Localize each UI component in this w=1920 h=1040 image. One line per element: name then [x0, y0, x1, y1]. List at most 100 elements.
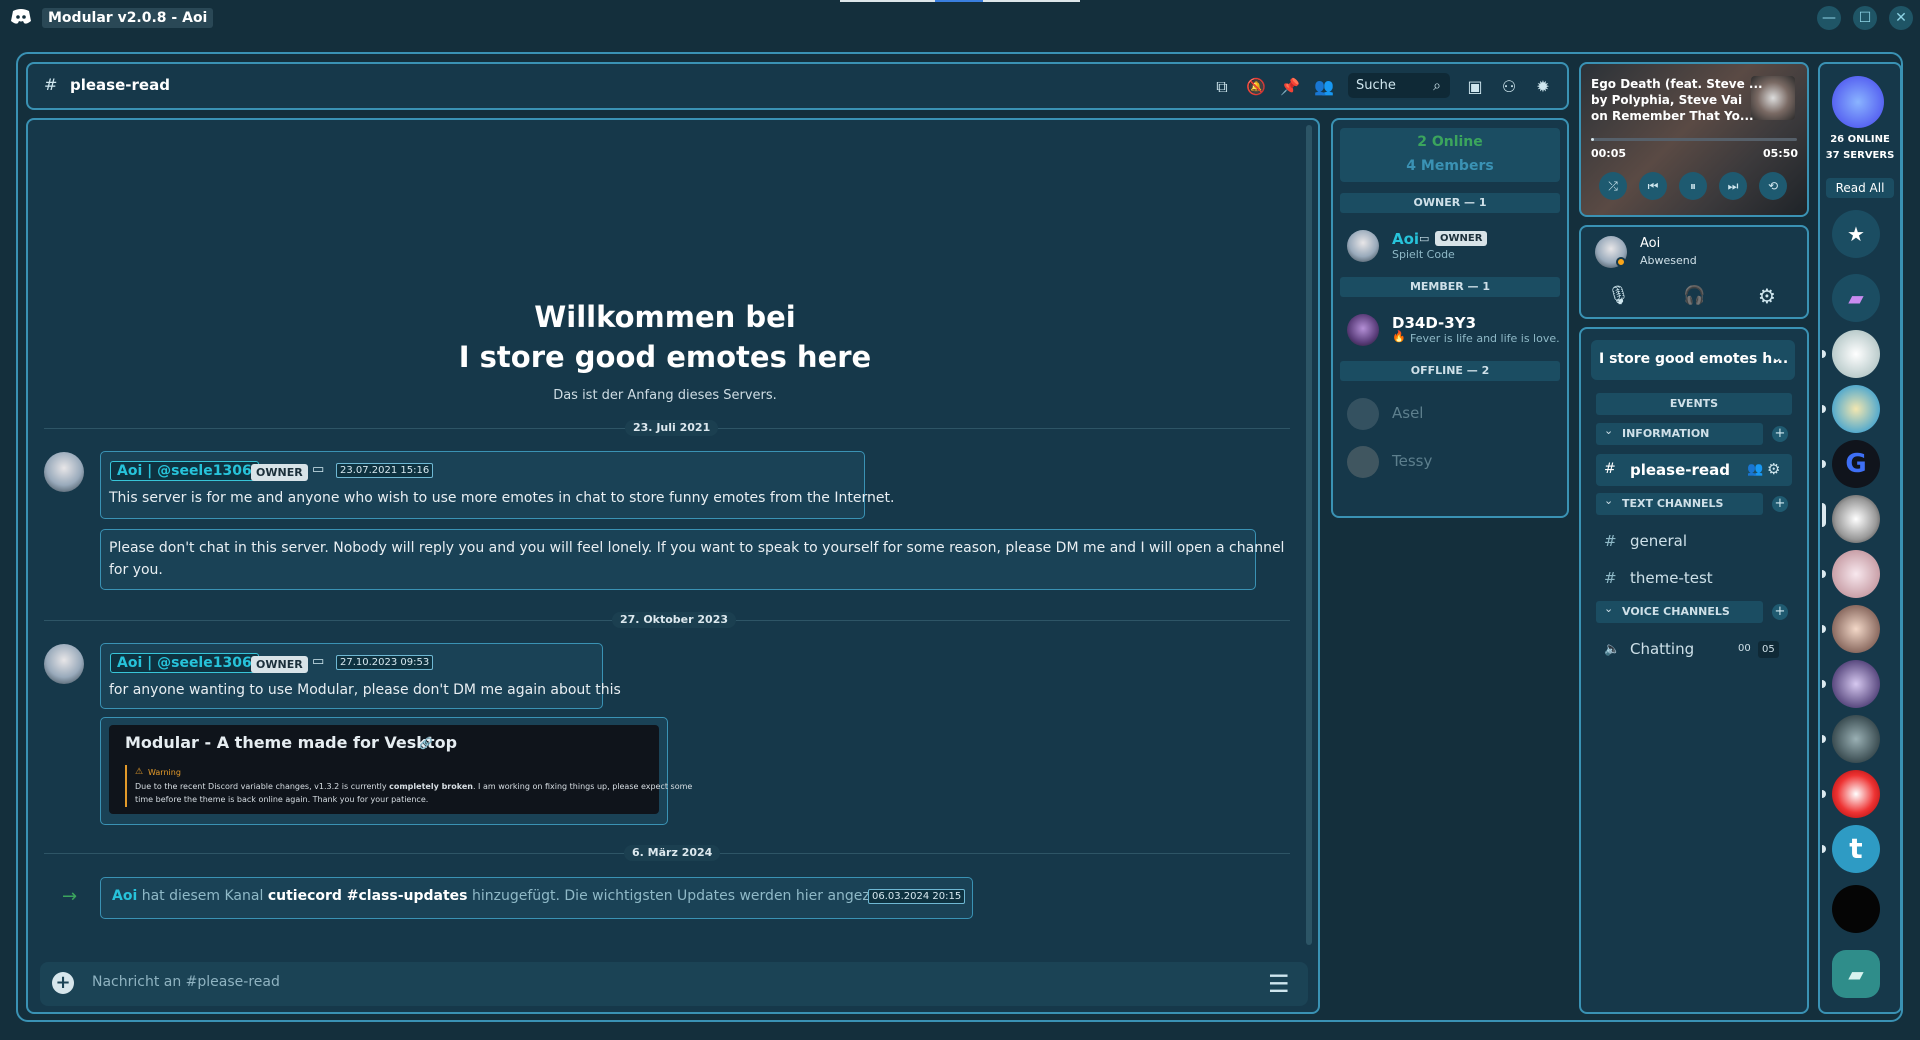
previous-button[interactable]: ⏮ [1639, 172, 1667, 200]
mute-notifications-icon[interactable]: 🔕 [1245, 76, 1267, 98]
duration-time: 05:50 [1763, 147, 1799, 160]
member-status: Spielt Code [1392, 248, 1455, 261]
warning-text-post: . I am working on fixing things up, plea… [472, 782, 693, 791]
server-icon[interactable] [1832, 385, 1880, 433]
shuffle-button[interactable]: ⤮ [1599, 172, 1627, 200]
voice-user-limit: 05 [1758, 641, 1779, 658]
message-input-placeholder: Nachricht an #please-read [92, 974, 280, 990]
avatar[interactable] [1347, 446, 1379, 478]
repeat-button[interactable]: ⟲ [1759, 172, 1787, 200]
member-name[interactable]: Asel [1392, 404, 1423, 422]
read-all-button[interactable]: Read All [1826, 178, 1894, 198]
category-information[interactable]: INFORMATION [1596, 423, 1763, 445]
server-icon[interactable] [1832, 715, 1880, 763]
add-channel-button[interactable]: + [1772, 604, 1788, 620]
warning-label: Warning [148, 768, 181, 777]
inbox-icon[interactable]: ▣ [1464, 76, 1486, 98]
welcome-subtitle: Das ist der Anfang dieses Servers. [553, 388, 777, 403]
close-button[interactable]: ✕ [1889, 6, 1913, 30]
server-icon[interactable] [1832, 885, 1880, 933]
avatar[interactable] [1347, 398, 1379, 430]
settings-gear-icon[interactable]: ⚙ [1758, 284, 1776, 308]
category-label: INFORMATION [1622, 427, 1710, 440]
channel-label: please-read [1630, 461, 1730, 479]
warning-text-pre: Due to the recent Discord variable chang… [135, 782, 390, 791]
invite-icon[interactable]: 👥 [1747, 462, 1763, 477]
folder-icon[interactable]: ▰ [1832, 950, 1880, 998]
channel-settings-icon[interactable]: ⚙ [1767, 460, 1780, 478]
progress-fill [1591, 138, 1594, 141]
server-icon[interactable] [1832, 495, 1880, 543]
mute-mic-icon[interactable]: 🎙 [1607, 285, 1630, 306]
title-bar [0, 0, 1920, 34]
server-icon[interactable] [1832, 550, 1880, 598]
elapsed-time: 00:05 [1591, 147, 1627, 160]
server-icon[interactable] [1832, 605, 1880, 653]
server-icon[interactable] [1832, 770, 1880, 818]
next-button[interactable]: ⏭ [1719, 172, 1747, 200]
minimize-button[interactable]: — [1817, 6, 1841, 30]
link-icon: 🔗 [419, 737, 433, 750]
server-icon[interactable] [1832, 660, 1880, 708]
member-group-offline: OFFLINE — 2 [1340, 361, 1560, 381]
username[interactable]: Aoi | @seele1306 [110, 653, 259, 673]
avatar[interactable] [44, 452, 84, 492]
server-count: 37 SERVERS [1825, 150, 1895, 161]
events-button[interactable]: EVENTS [1596, 393, 1792, 415]
add-channel-button[interactable]: + [1772, 496, 1788, 512]
online-count: 2 Online [1417, 134, 1483, 150]
channel-chatting[interactable]: Chatting [1630, 640, 1694, 658]
menu-icon[interactable]: ☰ [1268, 972, 1290, 996]
warning-bar [125, 765, 127, 807]
date-label: 23. Juli 2021 [625, 420, 719, 436]
search-icon[interactable]: ⌕ [1426, 75, 1448, 97]
progress-track[interactable] [1591, 138, 1797, 141]
system-user[interactable]: Aoi [112, 888, 137, 904]
track-artist[interactable]: by Polyphia, Steve Vai [1591, 93, 1742, 107]
role-badge: OWNER [251, 464, 308, 481]
username[interactable]: Aoi | @seele1306 [110, 461, 259, 481]
track-album[interactable]: on Remember That Yo... [1591, 109, 1754, 123]
timestamp: 27.10.2023 09:53 [336, 655, 434, 670]
member-name[interactable]: Tessy [1392, 452, 1432, 470]
add-channel-button[interactable]: + [1772, 426, 1788, 442]
embed-title[interactable]: Modular - A theme made for Vesktop [125, 733, 457, 752]
avatar[interactable] [1347, 230, 1379, 262]
chat-scrollbar[interactable] [1306, 125, 1312, 945]
warning-icon: ⚠ [135, 767, 144, 777]
system-text-2: hinzugefügt. Die wichtigsten Updates wer… [471, 888, 902, 904]
avatar[interactable] [44, 644, 84, 684]
avatar[interactable] [1347, 314, 1379, 346]
user-name[interactable]: Aoi [1640, 236, 1660, 251]
voice-user-count: 00 [1738, 643, 1751, 654]
member-list-icon[interactable]: 👥 [1313, 76, 1335, 98]
server-icon[interactable]: G [1832, 440, 1880, 488]
category-voice-channels[interactable]: VOICE CHANNELS [1596, 601, 1763, 623]
bug-icon[interactable]: ✹ [1532, 76, 1554, 98]
add-attachment-icon[interactable]: + [52, 972, 74, 994]
maximize-button[interactable]: ☐ [1853, 6, 1877, 30]
discord-logo-icon [10, 8, 32, 26]
deafen-icon[interactable]: 🎧 [1683, 285, 1705, 306]
server-icon[interactable] [1832, 330, 1880, 378]
server-icon[interactable]: t [1832, 825, 1880, 873]
threads-icon[interactable]: ⧉ [1211, 76, 1233, 98]
folder-purple-icon[interactable]: ▰ [1832, 274, 1880, 322]
welcome-heading-1: Willkommen bei [534, 300, 796, 334]
track-title[interactable]: Ego Death (feat. Steve ... [1591, 77, 1763, 91]
discord-home-icon[interactable] [1832, 76, 1884, 128]
titlebar-tab-indicator-active [935, 0, 983, 2]
apps-icon[interactable]: ⚇ [1498, 76, 1520, 98]
member-name[interactable]: Aoi [1392, 230, 1419, 248]
online-count-servers: 26 ONLINE [1830, 134, 1890, 145]
pinned-messages-icon[interactable]: 📌 [1279, 76, 1301, 98]
channel-general[interactable]: general [1630, 532, 1687, 550]
timestamp: 23.07.2021 15:16 [336, 463, 434, 478]
channel-theme-test[interactable]: theme-test [1630, 569, 1713, 587]
join-arrow-icon: → [62, 886, 78, 907]
favorites-star-icon[interactable]: ★ [1832, 210, 1880, 258]
pause-button[interactable]: ⏸ [1679, 172, 1707, 200]
speaker-icon: 🔈 [1604, 642, 1621, 657]
system-bold[interactable]: cutiecord #class-updates [268, 888, 468, 904]
category-text-channels[interactable]: TEXT CHANNELS [1596, 493, 1763, 515]
